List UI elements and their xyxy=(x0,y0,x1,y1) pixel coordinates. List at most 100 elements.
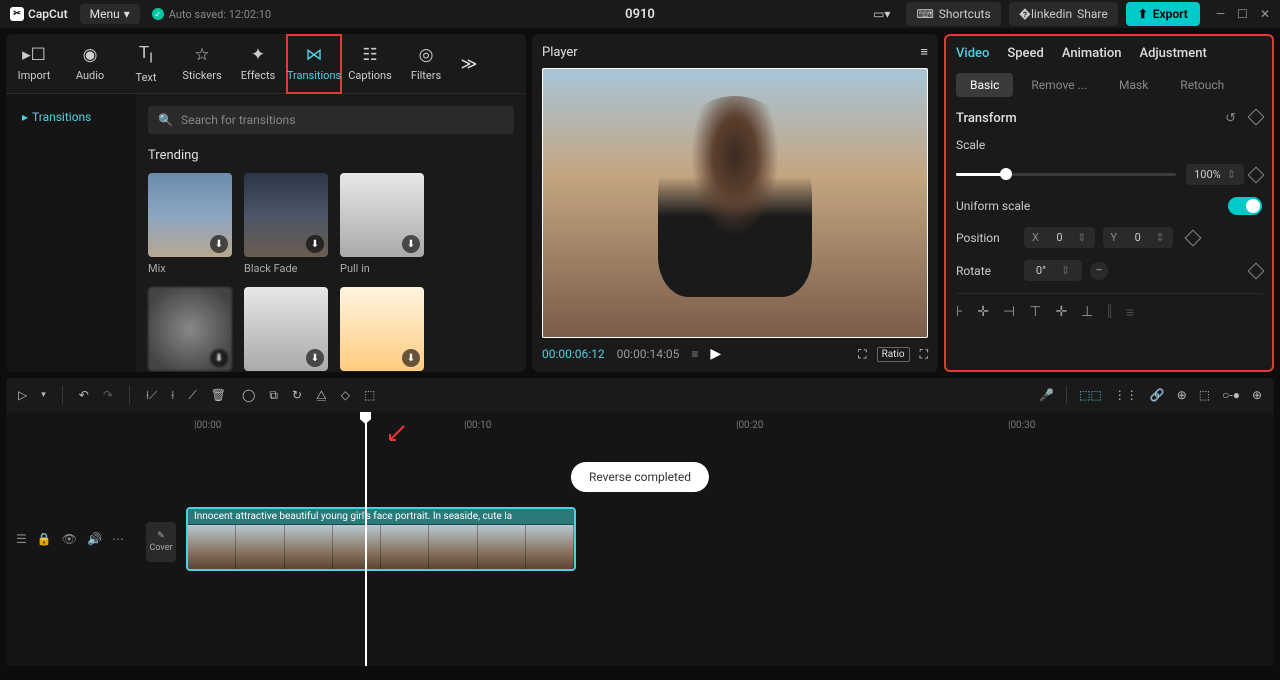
chain-icon[interactable]: 🔗 xyxy=(1150,388,1165,402)
tab-text[interactable]: TIText xyxy=(118,34,174,94)
mute-icon[interactable]: 🔊 xyxy=(87,532,102,546)
download-icon[interactable]: ⬇ xyxy=(306,235,324,253)
time-ruler[interactable]: |00:00 |00:10 |00:20 |00:30 xyxy=(176,416,1274,438)
transition-item[interactable]: ⬇ xyxy=(244,287,328,372)
subtab-retouch[interactable]: Retouch xyxy=(1166,73,1238,97)
ratio-button[interactable]: Ratio xyxy=(877,347,910,362)
menu-button[interactable]: Menu ▾ xyxy=(80,4,140,24)
selection-tool-icon[interactable]: ▷ xyxy=(18,388,27,402)
player-menu-icon[interactable]: ≡ xyxy=(920,44,928,60)
align-left-icon[interactable]: ⊦ xyxy=(956,304,963,321)
preview-icon[interactable]: ⬚ xyxy=(1199,388,1210,402)
maximize-icon[interactable]: ☐ xyxy=(1237,7,1248,21)
layout-icon[interactable]: ▭▾ xyxy=(865,3,898,25)
delete-icon[interactable]: 🗑 xyxy=(211,388,226,402)
scale-value[interactable]: 100%⇕ xyxy=(1186,164,1244,185)
transition-item[interactable]: ⬇Pull in xyxy=(340,173,424,275)
tab-stickers[interactable]: ☆Stickers xyxy=(174,34,230,94)
trim-left-icon[interactable]: ⟊ xyxy=(171,388,174,403)
rotate-input[interactable]: 0° ⇕ xyxy=(1024,260,1082,281)
shortcuts-button[interactable]: ⌨ Shortcuts xyxy=(906,2,1000,26)
scale-slider[interactable] xyxy=(956,173,1176,176)
tab-adjustment[interactable]: Adjustment xyxy=(1139,46,1206,61)
subtab-remove[interactable]: Remove ... xyxy=(1017,73,1101,97)
trim-right-icon[interactable]: ⟋ xyxy=(188,388,196,403)
more-icon[interactable]: ⋯ xyxy=(112,532,124,546)
tab-transitions[interactable]: ⋈Transitions xyxy=(286,34,342,94)
transition-item[interactable]: ⬇ xyxy=(340,287,424,372)
subtab-mask[interactable]: Mask xyxy=(1105,73,1162,97)
video-clip[interactable]: Innocent attractive beautiful young girl… xyxy=(186,507,576,571)
menu-label: Menu xyxy=(90,7,120,21)
project-title[interactable]: 0910 xyxy=(625,7,655,22)
transition-item[interactable]: ⬇Mix xyxy=(148,173,232,275)
search-input[interactable]: 🔍 Search for transitions xyxy=(148,106,514,134)
video-preview[interactable] xyxy=(542,68,928,338)
keyframe-icon[interactable] xyxy=(1248,109,1265,126)
timeline[interactable]: |00:00 |00:10 |00:20 |00:30 Reverse comp… xyxy=(6,412,1274,666)
download-icon[interactable]: ⬇ xyxy=(210,235,228,253)
transition-item[interactable]: ⬇ xyxy=(148,287,232,372)
lock-icon[interactable]: 🔒 xyxy=(37,532,52,546)
dropdown-icon[interactable]: ▾ xyxy=(41,390,46,400)
collapse-icon[interactable]: ☰ xyxy=(16,532,27,546)
transition-item[interactable]: ⬇Black Fade xyxy=(244,173,328,275)
snap-icon[interactable]: ⊕ xyxy=(1177,388,1187,402)
marker-icon[interactable]: ◯ xyxy=(242,388,255,402)
zoom-fit-icon[interactable]: ⊕ xyxy=(1252,388,1262,402)
download-icon[interactable]: ⬇ xyxy=(306,349,324,367)
play-button[interactable]: ▶ xyxy=(710,346,721,362)
rotate-dial-icon[interactable]: — xyxy=(1090,262,1108,280)
align-center-v-icon[interactable]: ✛ xyxy=(1055,304,1067,321)
tab-filters[interactable]: ◎Filters xyxy=(398,34,454,94)
step-icon[interactable]: ≡ xyxy=(691,347,698,361)
download-icon[interactable]: ⬇ xyxy=(210,349,228,367)
download-icon[interactable]: ⬇ xyxy=(402,349,420,367)
close-icon[interactable]: ✕ xyxy=(1260,7,1270,21)
export-button[interactable]: ⬆ Export xyxy=(1126,2,1200,26)
position-x-input[interactable]: X 0 ⇕ xyxy=(1024,227,1095,248)
tab-video[interactable]: Video xyxy=(956,46,989,61)
keyframe-icon[interactable] xyxy=(1248,262,1265,279)
align-bottom-icon[interactable]: ⊥ xyxy=(1081,304,1093,321)
tab-animation[interactable]: Animation xyxy=(1062,46,1122,61)
distribute-v-icon[interactable]: ≡ xyxy=(1126,304,1134,321)
tab-captions[interactable]: ☷Captions xyxy=(342,34,398,94)
split-icon[interactable]: ⟊⟋ xyxy=(146,388,157,403)
reverse-icon[interactable]: ↻ xyxy=(292,388,302,402)
duplicate-icon[interactable]: ⧉ xyxy=(269,388,278,403)
link-icon[interactable]: ⋮⋮ xyxy=(1114,388,1138,402)
zoom-out-icon[interactable]: ○-● xyxy=(1222,388,1240,402)
magnetic-icon[interactable]: ⬚⬚ xyxy=(1079,388,1102,402)
share-button[interactable]: �linkedin Share xyxy=(1009,2,1118,26)
scan-icon[interactable]: ⛶ xyxy=(858,347,866,362)
keyframe-icon[interactable] xyxy=(1248,166,1265,183)
subtab-basic[interactable]: Basic xyxy=(956,73,1013,97)
tab-speed[interactable]: Speed xyxy=(1007,46,1043,61)
more-tabs-button[interactable]: ≫ xyxy=(454,54,484,73)
fullscreen-icon[interactable]: ⛶ xyxy=(920,347,928,362)
mirror-icon[interactable]: ⧋ xyxy=(316,388,327,403)
redo-icon[interactable]: ↷ xyxy=(103,388,113,402)
align-right-icon[interactable]: ⊣ xyxy=(1003,304,1015,321)
align-top-icon[interactable]: ⊤ xyxy=(1029,304,1041,321)
undo-icon[interactable]: ↶ xyxy=(79,388,89,402)
tab-effects[interactable]: ✦Effects xyxy=(230,34,286,94)
cover-button[interactable]: ✎ Cover xyxy=(146,522,176,562)
tab-audio[interactable]: ◉Audio xyxy=(62,34,118,94)
minimize-icon[interactable]: — xyxy=(1216,7,1225,21)
position-y-input[interactable]: Y 0 ⇕ xyxy=(1103,227,1173,248)
tab-import[interactable]: ▸☐Import xyxy=(6,34,62,94)
crop-icon[interactable]: ⬚ xyxy=(364,388,375,402)
visibility-icon[interactable]: 👁 xyxy=(62,532,77,546)
keyframe-icon[interactable] xyxy=(1184,229,1201,246)
playhead[interactable] xyxy=(365,412,367,666)
mic-icon[interactable]: 🎤 xyxy=(1039,388,1054,402)
download-icon[interactable]: ⬇ xyxy=(402,235,420,253)
align-center-h-icon[interactable]: ✛ xyxy=(977,304,989,321)
distribute-h-icon[interactable]: ⫿ xyxy=(1107,304,1111,321)
uniform-scale-toggle[interactable] xyxy=(1228,197,1262,215)
rotate-tool-icon[interactable]: ◇ xyxy=(341,388,350,402)
reset-icon[interactable]: ↺ xyxy=(1225,111,1236,126)
sidebar-item-transitions[interactable]: ▸ Transitions xyxy=(14,104,128,130)
